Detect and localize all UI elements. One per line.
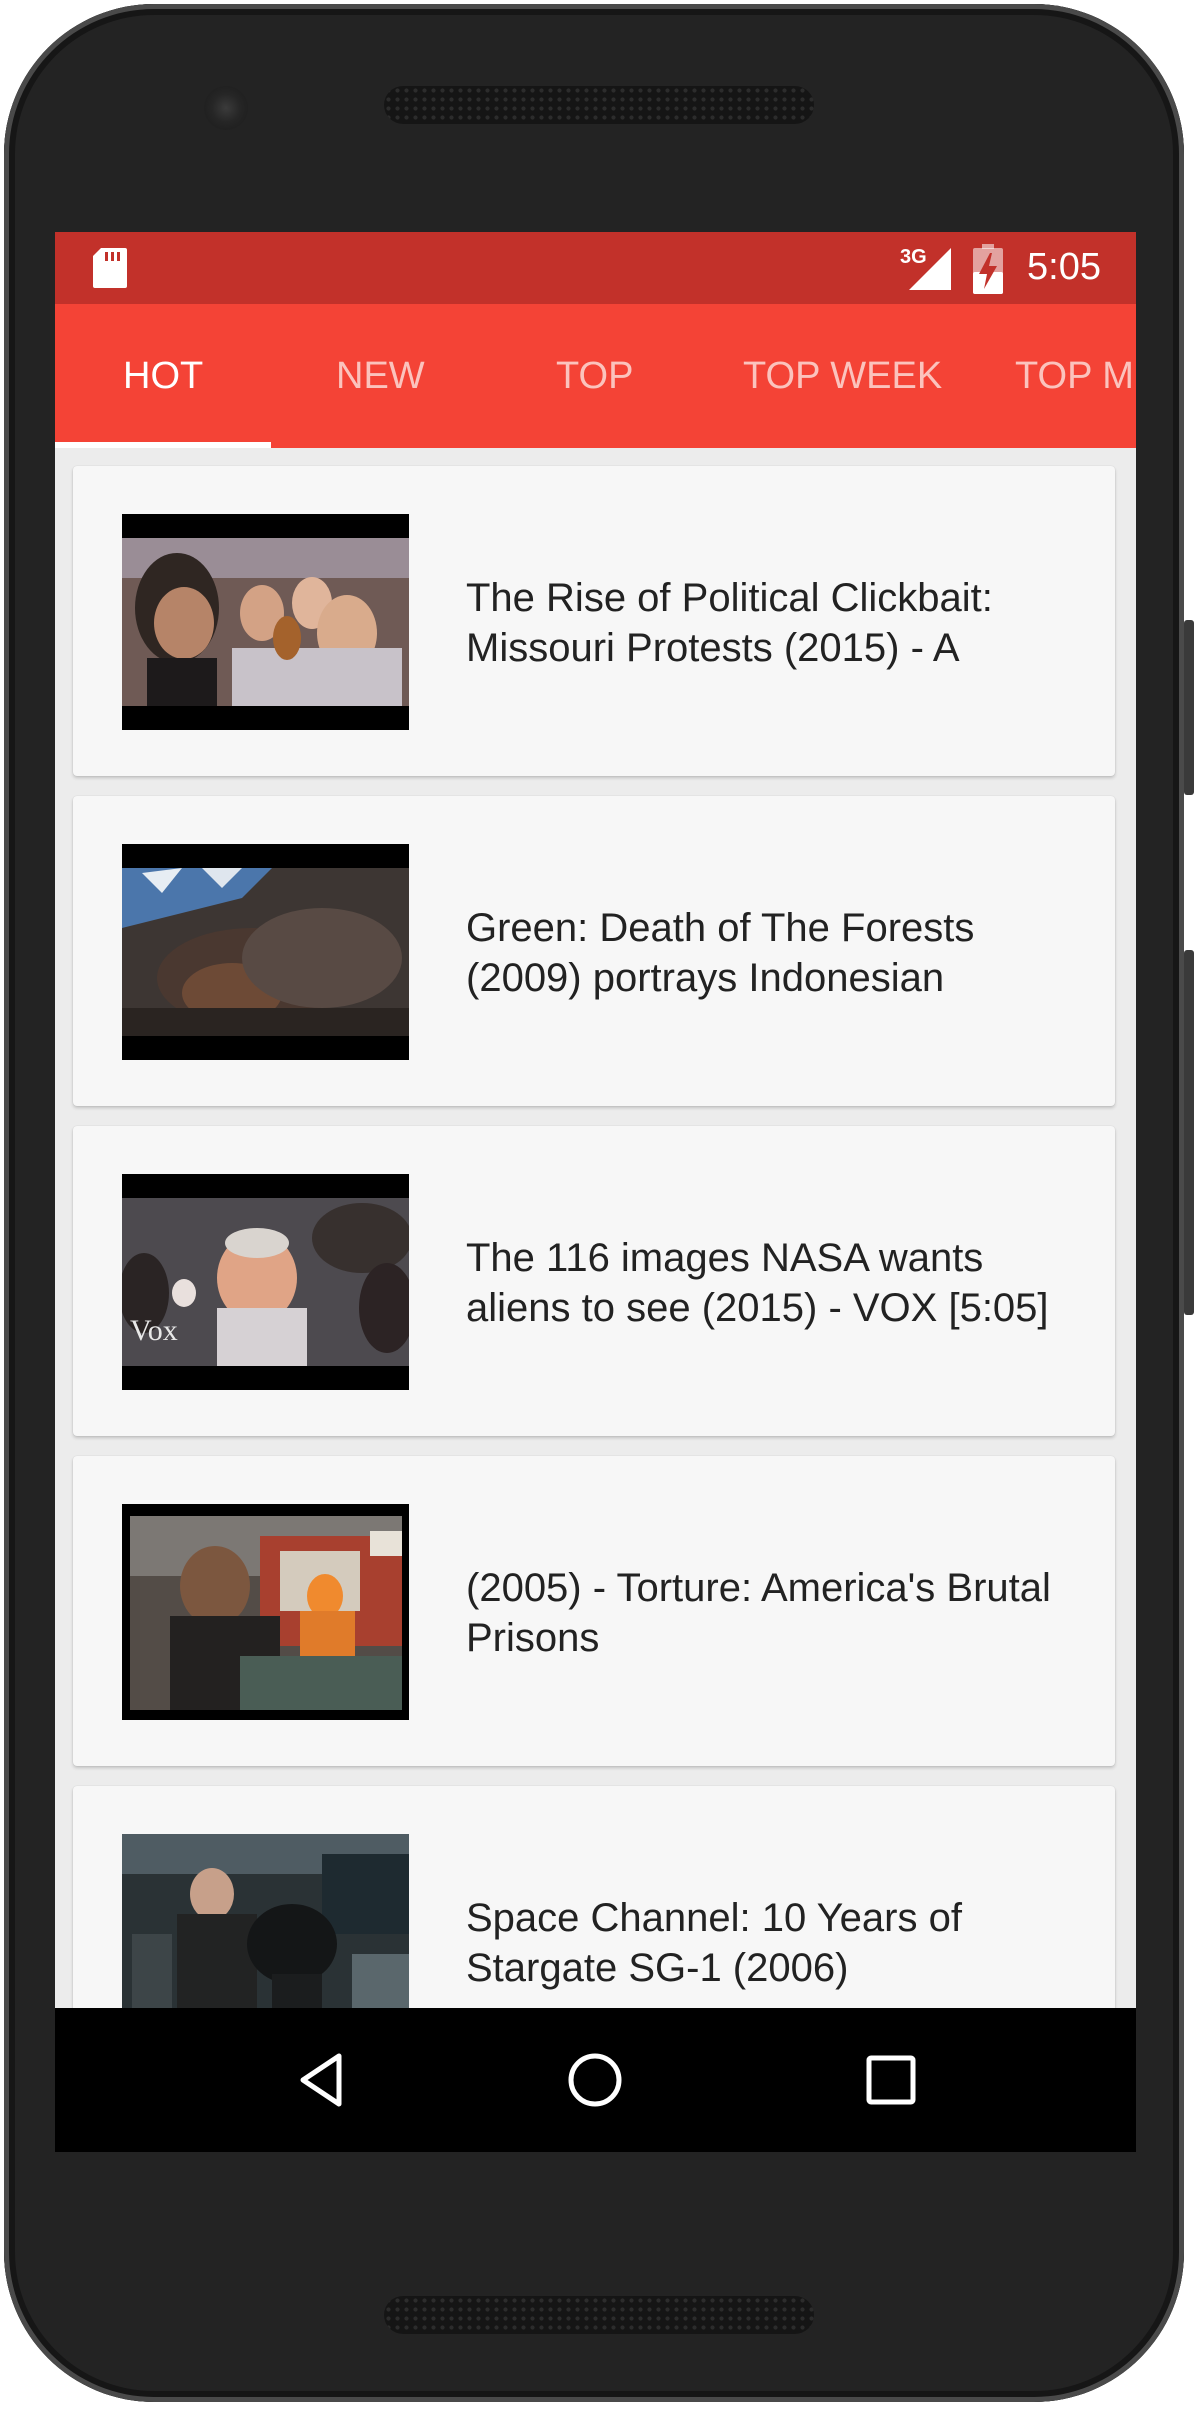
tab-top[interactable]: TOP <box>556 304 633 448</box>
thumbnail-image <box>122 538 409 706</box>
front-camera <box>204 86 248 130</box>
video-title: Space Channel: 10 Years of Stargate SG-1… <box>466 1896 962 1990</box>
video-card[interactable]: Vox The 116 images NASA wants aliens to … <box>73 1126 1115 1436</box>
tab-top-week[interactable]: TOP WEEK <box>743 304 942 448</box>
video-thumbnail[interactable] <box>122 514 409 730</box>
video-card[interactable]: (2005) - Torture: America's Brutal Priso… <box>73 1456 1115 1766</box>
tab-bar: HOT NEW TOP TOP WEEK TOP M <box>55 304 1136 448</box>
home-icon[interactable] <box>559 2044 631 2116</box>
video-thumbnail[interactable] <box>122 1504 409 1720</box>
bottom-speaker <box>384 2296 814 2334</box>
video-title: The Rise of Political Clickbait: Missour… <box>466 576 993 670</box>
tab-indicator <box>55 442 271 448</box>
tab-hot[interactable]: HOT <box>123 304 203 448</box>
video-title: The 116 images NASA wants aliens to see … <box>466 1236 1049 1330</box>
network-type: 3G <box>900 246 927 268</box>
sd-card-icon <box>93 248 127 288</box>
status-clock: 5:05 <box>1027 246 1101 288</box>
status-bar: 3G 5:05 <box>55 232 1136 304</box>
navigation-bar <box>55 2008 1136 2152</box>
video-title: Green: Death of The Forests (2009) portr… <box>466 906 975 1000</box>
recents-icon[interactable] <box>855 2044 927 2116</box>
screen: 3G 5:05 HOT NEW TOP TOP WEEK TOP M The R… <box>55 232 1136 2152</box>
video-title: (2005) - Torture: America's Brutal Priso… <box>466 1566 1051 1660</box>
thumbnail-image <box>130 1516 402 1710</box>
video-card[interactable]: The Rise of Political Clickbait: Missour… <box>73 466 1115 776</box>
video-thumbnail[interactable] <box>122 844 409 1060</box>
video-card[interactable]: Green: Death of The Forests (2009) portr… <box>73 796 1115 1106</box>
battery-charging-icon <box>973 244 1003 294</box>
volume-button <box>1184 950 1194 1315</box>
tab-top-month[interactable]: TOP M <box>1015 304 1134 448</box>
back-icon[interactable] <box>287 2044 359 2116</box>
tab-new[interactable]: NEW <box>336 304 425 448</box>
earpiece-speaker <box>384 86 814 124</box>
thumbnail-image <box>122 868 409 1036</box>
video-thumbnail[interactable]: Vox <box>122 1174 409 1390</box>
power-button <box>1184 620 1194 795</box>
thumbnail-overlay-text: Vox <box>130 1314 178 1347</box>
